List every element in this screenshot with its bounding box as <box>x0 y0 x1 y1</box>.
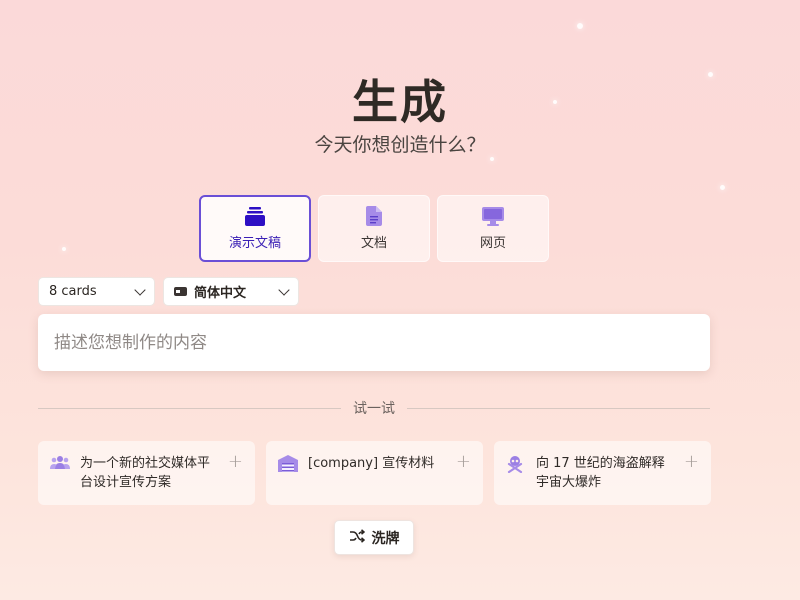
tab-label: 文档 <box>360 236 387 251</box>
suggestion-card[interactable]: 向 17 世纪的海盗解释宇宙大爆炸 + <box>494 441 711 505</box>
plus-icon[interactable]: + <box>456 451 471 472</box>
chevron-down-icon <box>134 283 146 296</box>
card-count-value: 8 cards <box>49 284 97 299</box>
tab-label: 网页 <box>479 236 506 251</box>
plus-icon[interactable]: + <box>684 451 699 472</box>
page-title: 生成 <box>352 75 448 129</box>
stack-icon <box>244 206 266 226</box>
prompt-box <box>38 314 710 371</box>
suggestion-list: 为一个新的社交媒体平台设计宣传方案 + [company] 宣传材料 + 向 1… <box>38 441 711 505</box>
tab-presentation[interactable]: 演示文稿 <box>199 195 311 262</box>
sparkle-decoration <box>577 23 583 29</box>
tab-document[interactable]: 文档 <box>318 195 430 262</box>
content-type-tabs: 演示文稿 文档 网页 <box>199 195 549 262</box>
warehouse-icon <box>278 455 298 473</box>
skull-crossbones-icon <box>506 455 526 474</box>
divider-line <box>407 407 710 409</box>
suggestion-card[interactable]: 为一个新的社交媒体平台设计宣传方案 + <box>38 441 255 505</box>
document-icon <box>363 206 385 226</box>
card-count-select[interactable]: 8 cards <box>38 277 155 306</box>
language-select[interactable]: 简体中文 <box>163 277 299 306</box>
suggestion-card[interactable]: [company] 宣传材料 + <box>266 441 483 505</box>
suggestion-text: 向 17 世纪的海盗解释宇宙大爆炸 <box>536 456 665 490</box>
users-icon <box>50 455 70 473</box>
plus-icon[interactable]: + <box>228 451 243 472</box>
sparkle-decoration <box>720 185 725 190</box>
divider-line <box>38 407 341 409</box>
language-icon <box>174 287 187 296</box>
shuffle-button[interactable]: 洗牌 <box>334 520 414 555</box>
try-divider: 试一试 <box>38 398 710 418</box>
page-subtitle: 今天你想创造什么？ <box>314 134 486 156</box>
options-row: 8 cards 简体中文 <box>38 277 299 306</box>
suggestion-text: [company] 宣传材料 <box>308 456 435 471</box>
prompt-input[interactable] <box>54 332 694 353</box>
shuffle-icon <box>349 528 365 547</box>
shuffle-label: 洗牌 <box>371 530 400 547</box>
divider-label: 试一试 <box>353 401 395 417</box>
sparkle-decoration <box>490 157 494 161</box>
suggestion-text: 为一个新的社交媒体平台设计宣传方案 <box>80 456 211 490</box>
tab-webpage[interactable]: 网页 <box>437 195 549 262</box>
sparkle-decoration <box>62 247 66 251</box>
language-value: 简体中文 <box>194 286 247 301</box>
monitor-icon <box>482 206 504 226</box>
tab-label: 演示文稿 <box>228 236 281 251</box>
chevron-down-icon <box>278 283 290 296</box>
